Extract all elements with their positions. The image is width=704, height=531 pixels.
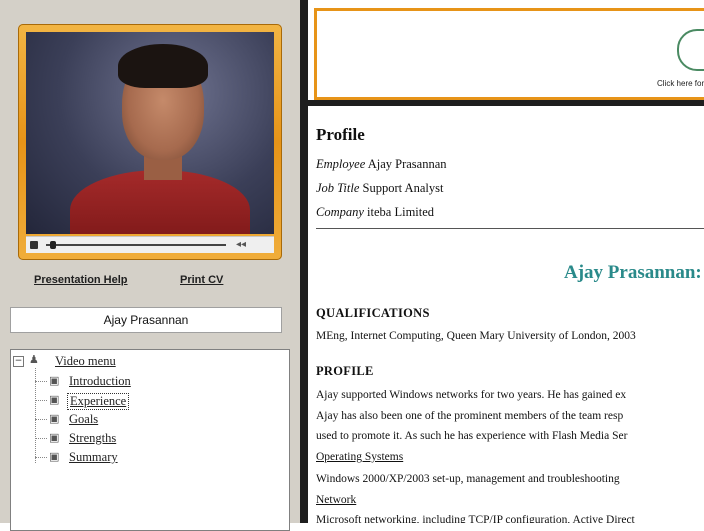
panel-divider[interactable] bbox=[300, 0, 308, 523]
talk-banner[interactable]: talk Click here for bbox=[314, 8, 704, 100]
network-text: Microsoft networking, including TCP/IP c… bbox=[316, 514, 635, 523]
video-player-frame: ◂◂ bbox=[18, 24, 282, 260]
tree-connector bbox=[35, 400, 47, 401]
tree-connector bbox=[35, 438, 47, 439]
company-line: Company iteba Limited bbox=[316, 205, 434, 220]
tree-connector bbox=[35, 368, 36, 463]
tree-item-goals[interactable]: Goals bbox=[69, 412, 98, 427]
print-cv-link[interactable]: Print CV bbox=[180, 274, 223, 286]
video-clip-icon: ▣ bbox=[49, 374, 60, 387]
tree-item-experience[interactable]: Experience bbox=[67, 393, 130, 410]
presenter-name-box: Ajay Prasannan bbox=[10, 307, 282, 333]
qualifications-text: MEng, Internet Computing, Queen Mary Uni… bbox=[316, 330, 636, 342]
profile-section-heading: PROFILE bbox=[316, 364, 374, 378]
right-panel: talk Click here for Profile Employee Aja… bbox=[308, 0, 704, 523]
video-controls: ◂◂ bbox=[26, 236, 274, 253]
presentation-help-link[interactable]: Presentation Help bbox=[34, 274, 128, 286]
company-label: Company bbox=[316, 205, 364, 219]
left-panel: ◂◂ Presentation Help Print CV Ajay Prasa… bbox=[0, 0, 300, 531]
tree-connector bbox=[35, 457, 47, 458]
job-title-label: Job Title bbox=[316, 181, 360, 195]
presenter-hair bbox=[118, 44, 208, 88]
network-heading: Network bbox=[316, 494, 357, 506]
tree-item-strengths[interactable]: Strengths bbox=[69, 431, 116, 446]
video-clip-icon: ▣ bbox=[49, 431, 60, 444]
tree-item-summary[interactable]: Summary bbox=[69, 450, 118, 465]
seek-handle[interactable] bbox=[50, 241, 56, 249]
content-separator-bar bbox=[308, 100, 704, 106]
video-clip-icon: ▣ bbox=[49, 450, 60, 463]
cv-name-title: Ajay Prasannan: bbox=[564, 262, 702, 283]
person-icon: ♟ bbox=[29, 353, 39, 366]
profile-heading: Profile bbox=[316, 125, 365, 144]
profile-text-line: Ajay supported Windows networks for two … bbox=[316, 389, 627, 401]
video-clip-icon: ▣ bbox=[49, 412, 60, 425]
profile-text-line: used to promote it. As such he has exper… bbox=[316, 430, 628, 442]
job-title-value: Support Analyst bbox=[362, 181, 444, 195]
company-value: iteba Limited bbox=[367, 205, 435, 219]
tree-connector bbox=[35, 381, 47, 382]
play-icon[interactable] bbox=[30, 241, 38, 249]
employee-value: Ajay Prasannan bbox=[367, 157, 447, 171]
horizontal-rule bbox=[316, 228, 704, 229]
qualifications-heading: QUALIFICATIONS bbox=[316, 306, 430, 320]
operating-systems-text: Windows 2000/XP/2003 set-up, management … bbox=[316, 473, 620, 485]
video-screen[interactable] bbox=[26, 32, 274, 234]
job-title-line: Job Title Support Analyst bbox=[316, 181, 443, 196]
video-clip-icon: ▣ bbox=[49, 393, 60, 406]
banner-caption[interactable]: Click here for bbox=[657, 79, 704, 88]
tree-connector bbox=[35, 419, 47, 420]
video-menu-tree: − ♟ Video menu ▣ Introduction ▣ Experien… bbox=[10, 349, 290, 531]
collapse-icon[interactable]: − bbox=[13, 356, 24, 367]
operating-systems-heading: Operating Systems bbox=[316, 451, 404, 463]
employee-label: Employee bbox=[316, 157, 366, 171]
profile-text-line: Ajay has also been one of the prominent … bbox=[316, 410, 624, 422]
tree-item-introduction[interactable]: Introduction bbox=[69, 374, 131, 389]
tree-root-video-menu[interactable]: Video menu bbox=[55, 354, 116, 369]
speech-bubble-icon[interactable] bbox=[677, 29, 704, 71]
volume-icon[interactable]: ◂◂ bbox=[236, 239, 246, 250]
employee-line: Employee Ajay Prasannan bbox=[316, 157, 447, 172]
seek-bar[interactable] bbox=[46, 244, 226, 246]
